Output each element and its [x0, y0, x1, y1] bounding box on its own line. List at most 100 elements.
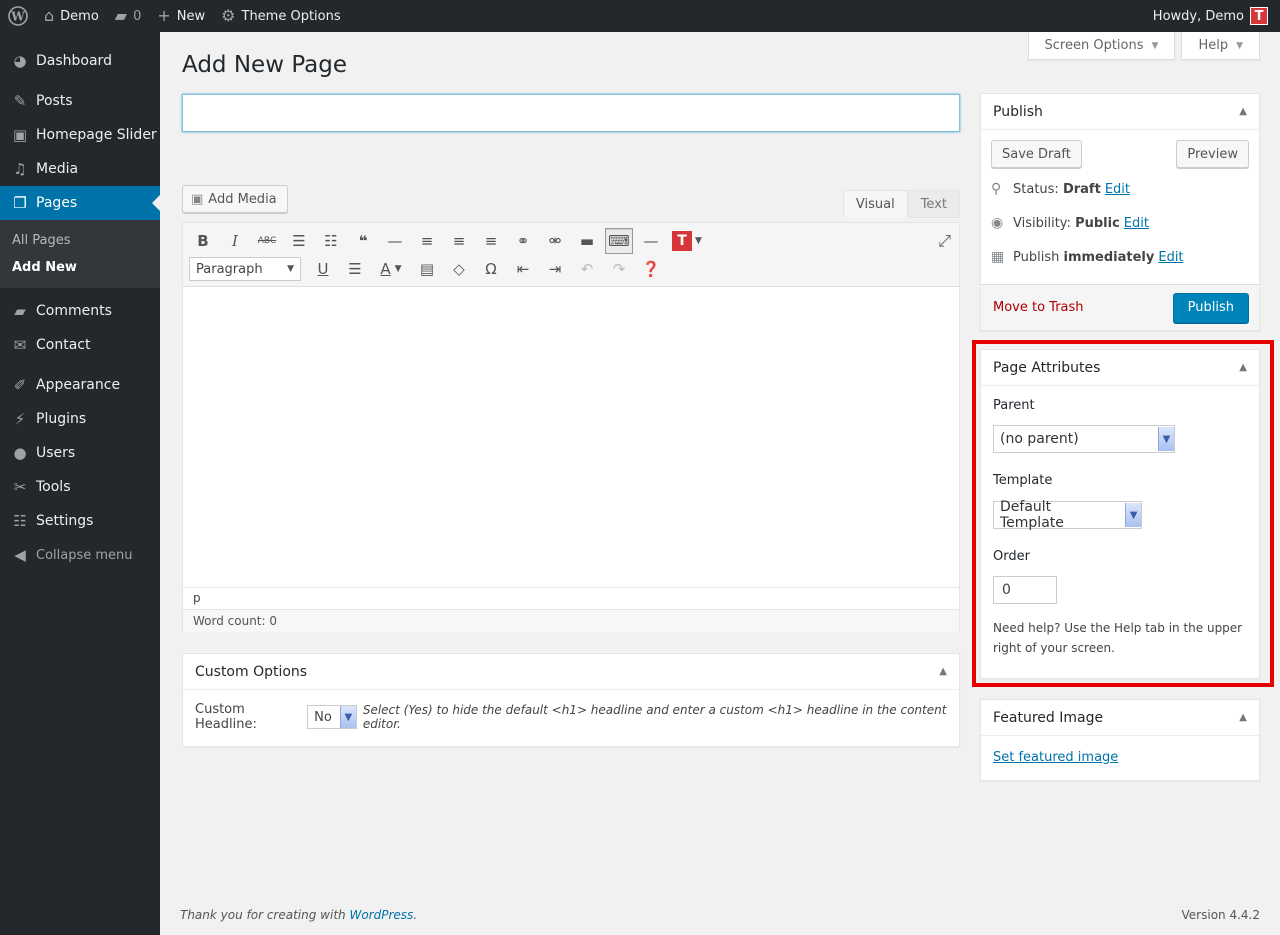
justify-button[interactable]: ☰: [341, 256, 369, 282]
editor-toolbar: B I ABC ☰ ☷ ❝ — ≡ ≡ ≡ ⚭ ⚮ ▬ ⌨ — T ▼ Parag…: [183, 223, 959, 287]
align-right-button[interactable]: ≡: [477, 228, 505, 254]
account-menu[interactable]: Howdy, Demo T: [1153, 7, 1280, 25]
word-count: Word count: 0: [183, 609, 959, 632]
sidebar-item-pages[interactable]: ❐ Pages: [0, 186, 160, 220]
clear-formatting-button[interactable]: ◇: [445, 256, 473, 282]
read-more-button[interactable]: ▬: [573, 228, 601, 254]
parent-select[interactable]: (no parent) ▼: [993, 425, 1175, 453]
sidebar-item-media[interactable]: ♫ Media: [0, 152, 160, 186]
remove-link-button[interactable]: ⚮: [541, 228, 569, 254]
help-button[interactable]: Help ▼: [1181, 32, 1260, 60]
outdent-button[interactable]: ⇤: [509, 256, 537, 282]
undo-button[interactable]: ↶: [573, 256, 601, 282]
fullscreen-icon[interactable]: ⤢: [938, 231, 951, 251]
publish-button[interactable]: Publish: [1172, 292, 1249, 323]
move-to-trash-link[interactable]: Move to Trash: [993, 300, 1084, 315]
comment-bubble-icon: ▰: [114, 6, 128, 25]
shortcode-button[interactable]: T ▼: [669, 228, 705, 254]
collapse-toggle-icon[interactable]: ▲: [939, 666, 947, 677]
sidebar-item-dashboard[interactable]: ◕ Dashboard: [0, 44, 160, 78]
editor-content-area[interactable]: [183, 287, 959, 587]
special-character-button[interactable]: Ω: [477, 256, 505, 282]
pin-icon: ⚲: [991, 181, 1002, 197]
new-content-link[interactable]: + New: [149, 0, 213, 32]
tab-text[interactable]: Text: [907, 190, 960, 218]
save-draft-button[interactable]: Save Draft: [991, 140, 1082, 168]
collapse-menu-button[interactable]: ◀ Collapse menu: [0, 538, 160, 572]
sidebar-item-plugins[interactable]: ⚡ Plugins: [0, 402, 160, 436]
paste-text-button[interactable]: ▤: [413, 256, 441, 282]
sidebar-item-homepage-slider[interactable]: ▣ Homepage Slider: [0, 118, 160, 152]
order-input[interactable]: 0: [993, 576, 1057, 604]
submenu-add-new[interactable]: Add New: [0, 254, 160, 281]
edit-visibility-link[interactable]: Edit: [1124, 216, 1149, 231]
format-select[interactable]: Paragraph ▼: [189, 257, 301, 281]
insert-link-button[interactable]: ⚭: [509, 228, 537, 254]
edit-schedule-link[interactable]: Edit: [1158, 250, 1183, 265]
redo-button[interactable]: ↷: [605, 256, 633, 282]
screen-options-button[interactable]: Screen Options ▼: [1027, 32, 1176, 60]
text-color-button[interactable]: A ▼: [373, 256, 409, 282]
sidebar-item-label: Homepage Slider: [36, 127, 157, 143]
custom-headline-select[interactable]: No ▼: [307, 705, 357, 729]
set-featured-image-link[interactable]: Set featured image: [993, 750, 1118, 765]
keyboard-shortcuts-button[interactable]: ❓: [637, 256, 665, 282]
indent-button[interactable]: ⇥: [541, 256, 569, 282]
page-attributes-header[interactable]: Page Attributes ▲: [981, 350, 1259, 386]
publish-time-value: immediately: [1063, 249, 1155, 265]
collapse-toggle-icon[interactable]: ▲: [1239, 106, 1247, 117]
sidebar-item-posts[interactable]: ✎ Posts: [0, 84, 160, 118]
calendar-icon: ▦: [991, 249, 1005, 265]
plugin-icon: ⚡: [14, 410, 26, 428]
publish-box: Publish ▲ Save Draft Preview ⚲ Status: D…: [980, 93, 1260, 331]
strikethrough-button[interactable]: ABC: [253, 228, 281, 254]
custom-headline-value: No: [314, 709, 332, 725]
underline-button[interactable]: U: [309, 256, 337, 282]
site-name: Demo: [60, 8, 99, 24]
comments-link[interactable]: ▰ 0: [107, 0, 150, 32]
publish-header[interactable]: Publish ▲: [981, 94, 1259, 130]
schedule-row: ▦ Publish immediately Edit: [991, 240, 1249, 274]
submenu-all-pages[interactable]: All Pages: [0, 227, 160, 254]
wordpress-logo-icon[interactable]: W: [0, 0, 36, 32]
featured-image-header[interactable]: Featured Image ▲: [981, 700, 1259, 736]
sidebar-item-users[interactable]: ● Users: [0, 436, 160, 470]
page-title: Add New Page: [182, 52, 347, 78]
blockquote-button[interactable]: ❝: [349, 228, 377, 254]
custom-options-header[interactable]: Custom Options ▲: [183, 654, 959, 690]
align-left-button[interactable]: ≡: [413, 228, 441, 254]
custom-options-title: Custom Options: [195, 663, 308, 680]
horizontal-line-button[interactable]: —: [381, 228, 409, 254]
numbered-list-button[interactable]: ☷: [317, 228, 345, 254]
add-media-button[interactable]: ▣ Add Media: [182, 185, 288, 213]
brush-icon: ✐: [13, 376, 27, 394]
collapse-toggle-icon[interactable]: ▲: [1239, 712, 1247, 723]
template-select[interactable]: Default Template ▼: [993, 499, 1142, 531]
bold-button[interactable]: B: [189, 228, 217, 254]
collapse-menu-label: Collapse menu: [36, 547, 133, 563]
sidebar-item-comments[interactable]: ▰ Comments: [0, 294, 160, 328]
user-icon: ●: [13, 444, 27, 462]
sidebar-item-label: Tools: [36, 479, 71, 495]
avatar[interactable]: T: [1250, 7, 1268, 25]
sidebar-item-settings[interactable]: ☷ Settings: [0, 504, 160, 538]
site-name-link[interactable]: ⌂ Demo: [36, 0, 107, 32]
sidebar-item-tools[interactable]: ✂ Tools: [0, 470, 160, 504]
preview-button[interactable]: Preview: [1176, 140, 1249, 168]
dropdown-arrow-icon: ▼: [1158, 427, 1174, 451]
tab-visual[interactable]: Visual: [842, 190, 908, 218]
bullet-list-button[interactable]: ☰: [285, 228, 313, 254]
edit-status-link[interactable]: Edit: [1105, 182, 1130, 197]
page-attributes-title: Page Attributes: [993, 359, 1101, 376]
title-input[interactable]: [182, 94, 960, 132]
wordpress-link[interactable]: WordPress: [349, 908, 413, 922]
horizontal-rule-button[interactable]: —: [637, 228, 665, 254]
italic-button[interactable]: I: [221, 228, 249, 254]
theme-options-link[interactable]: ⚙ Theme Options: [213, 0, 348, 32]
sidebar-item-contact[interactable]: ✉ Contact: [0, 328, 160, 362]
sidebar-item-appearance[interactable]: ✐ Appearance: [0, 368, 160, 402]
collapse-toggle-icon[interactable]: ▲: [1239, 362, 1247, 373]
toolbar-toggle-button[interactable]: ⌨: [605, 228, 633, 254]
align-center-button[interactable]: ≡: [445, 228, 473, 254]
sidebar-item-label: Users: [36, 445, 76, 461]
